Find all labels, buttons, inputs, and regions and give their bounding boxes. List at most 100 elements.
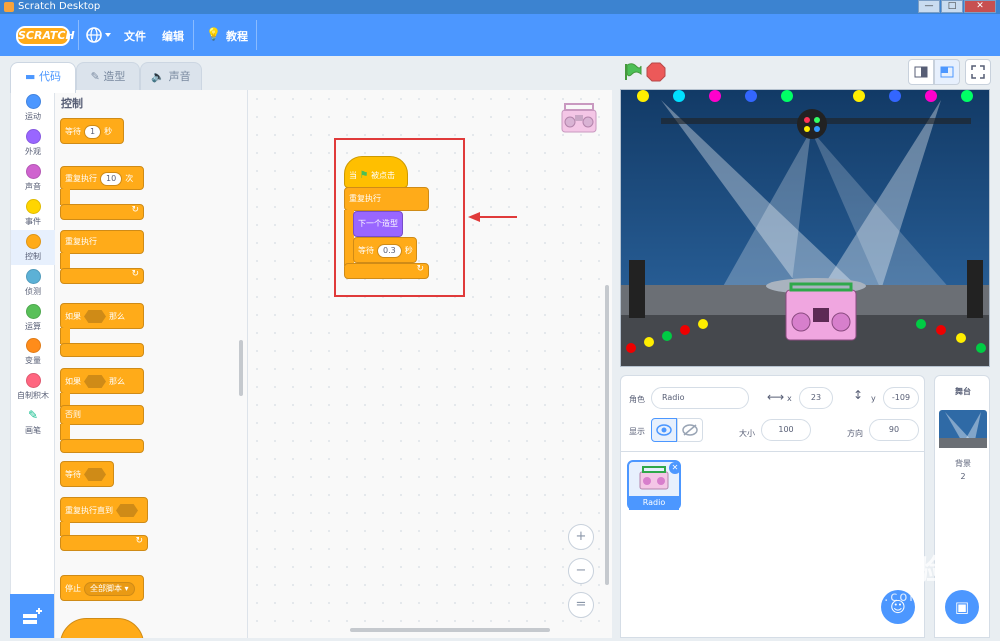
stop-option-dropdown[interactable]: 全部脚本 ▾ [84, 582, 135, 596]
block-label: 如果 [65, 312, 81, 321]
hide-sprite-button[interactable] [677, 418, 703, 442]
scratch-logo[interactable]: SCRATCH [16, 26, 75, 46]
stop-block[interactable]: 停止 全部脚本 ▾ [60, 575, 144, 601]
add-extension-button[interactable] [10, 594, 54, 638]
loop-arrow-icon: ↻ [131, 205, 139, 215]
backdrop-thumbnail[interactable] [939, 410, 987, 448]
category-operators[interactable]: 运算 [11, 304, 55, 332]
speaker-icon: 🔈 [151, 70, 166, 83]
edit-menu[interactable]: 编辑 [162, 28, 184, 44]
wait-until-block[interactable]: 等待 [60, 461, 114, 487]
y-position-input[interactable]: -109 [883, 387, 919, 409]
category-control[interactable]: 控制 [11, 230, 55, 265]
minimize-button[interactable]: — [918, 0, 940, 13]
zoom-out-button[interactable]: − [568, 558, 594, 584]
maximize-button[interactable]: □ [941, 0, 963, 13]
stage-canvas[interactable] [620, 89, 990, 367]
if-then-block-end[interactable] [60, 343, 144, 357]
sprite-tile-radio[interactable]: ✕ Radio [627, 460, 681, 510]
operators-dot-icon [25, 304, 41, 319]
motion-dot-icon [25, 94, 41, 109]
else-section[interactable]: 否则 [60, 405, 144, 425]
block-label: 等待 [65, 470, 81, 479]
watermark-brand: Bai du 经验 [770, 553, 945, 586]
x-position-input[interactable]: 23 [799, 387, 833, 409]
category-motion[interactable]: 运动 [11, 94, 55, 122]
workspace-vertical-scrollbar[interactable] [605, 285, 609, 585]
delete-sprite-icon[interactable]: ✕ [669, 462, 681, 474]
sound-dot-icon [25, 164, 41, 179]
eye-slash-icon [682, 424, 698, 436]
category-label: 运算 [25, 322, 41, 331]
sprite-name-label: 角色 [629, 395, 645, 404]
block-label: 否则 [65, 410, 81, 419]
repeat-block[interactable]: 重复执行 10 次 [60, 166, 144, 190]
category-looks[interactable]: 外观 [11, 129, 55, 157]
tab-sounds[interactable]: 🔈 声音 [140, 62, 202, 92]
show-sprite-button[interactable] [651, 418, 677, 442]
y-arrows-icon: ↕ [853, 388, 864, 402]
repeat-until-block-end[interactable]: ↻ [60, 535, 148, 551]
sprite-name-input[interactable]: Radio [651, 387, 749, 409]
block-label: 那么 [109, 377, 125, 386]
zoom-reset-button[interactable]: = [568, 592, 594, 618]
green-flag-button[interactable] [622, 62, 642, 82]
size-input[interactable]: 100 [761, 419, 811, 441]
wait-seconds-input[interactable]: 1 [84, 125, 102, 139]
repeat-count-input[interactable]: 10 [100, 172, 123, 186]
condition-slot[interactable] [84, 468, 106, 481]
workspace-horizontal-scrollbar[interactable] [350, 628, 550, 632]
stop-button[interactable] [646, 62, 666, 82]
zoom-in-button[interactable]: + [568, 524, 594, 550]
block-palette: 控制 等待 1 秒 重复执行 10 次 ↻ 重复执行 ↻ 如果 那么 如果 那么 否则 等待… [55, 90, 248, 638]
close-button[interactable]: ✕ [964, 0, 996, 13]
wait-block[interactable]: 等待 1 秒 [60, 118, 124, 144]
forever-block-end[interactable]: ↻ [60, 268, 144, 284]
if-else-block-end[interactable] [60, 439, 144, 453]
block-label: 那么 [109, 312, 125, 321]
condition-slot[interactable] [84, 310, 106, 323]
repeat-until-arm [60, 522, 70, 536]
looks-dot-icon [25, 129, 41, 144]
choose-backdrop-button[interactable]: ▣ [945, 590, 979, 624]
category-my-blocks[interactable]: 自制积木 [11, 373, 55, 401]
block-label: 次 [125, 174, 134, 183]
block-label: 重复执行 [65, 237, 97, 246]
fullscreen-button[interactable] [965, 59, 991, 85]
watermark-url: jingyan.baidu.com [770, 590, 924, 605]
fullscreen-icon [971, 65, 985, 79]
small-stage-button[interactable] [908, 59, 934, 85]
direction-input[interactable]: 90 [869, 419, 919, 441]
if-then-block[interactable]: 如果 那么 [60, 303, 144, 329]
category-label: 声音 [25, 182, 41, 191]
palette-scrollbar[interactable] [239, 340, 243, 396]
tutorials-menu[interactable]: 教程 [226, 28, 248, 44]
file-menu[interactable]: 文件 [124, 28, 146, 44]
category-pen[interactable]: ✎ 画笔 [11, 408, 55, 436]
tab-costumes[interactable]: ✎ 造型 [76, 62, 140, 92]
start-as-clone-block[interactable] [60, 618, 144, 638]
if-else-block[interactable]: 如果 那么 [60, 368, 144, 394]
category-label: 控制 [25, 252, 41, 261]
condition-slot[interactable] [84, 375, 106, 388]
large-stage-button[interactable] [934, 59, 960, 85]
category-variables[interactable]: 变量 [11, 338, 55, 366]
condition-slot[interactable] [116, 504, 138, 517]
repeat-block-end[interactable]: ↻ [60, 204, 144, 220]
forever-block-arm [60, 253, 70, 269]
else-block-arm [60, 424, 70, 440]
category-events[interactable]: 事件 [11, 199, 55, 227]
forever-block[interactable]: 重复执行 [60, 230, 144, 254]
block-label: 停止 [65, 584, 81, 593]
language-menu[interactable] [86, 26, 112, 44]
category-sensing[interactable]: 侦测 [11, 269, 55, 297]
category-menu: 运动 外观 声音 事件 控制 侦测 运算 变量 自制积木 ✎ 画笔 [10, 90, 55, 638]
window-title: Scratch Desktop [18, 1, 101, 12]
tab-code[interactable]: ▬ 代码 [10, 62, 76, 93]
category-sound[interactable]: 声音 [11, 164, 55, 192]
loop-arrow-icon: ↻ [135, 536, 143, 546]
large-stage-icon [940, 66, 954, 78]
category-label: 变量 [25, 356, 41, 365]
repeat-until-block[interactable]: 重复执行直到 [60, 497, 148, 523]
stage-header [612, 56, 1000, 90]
